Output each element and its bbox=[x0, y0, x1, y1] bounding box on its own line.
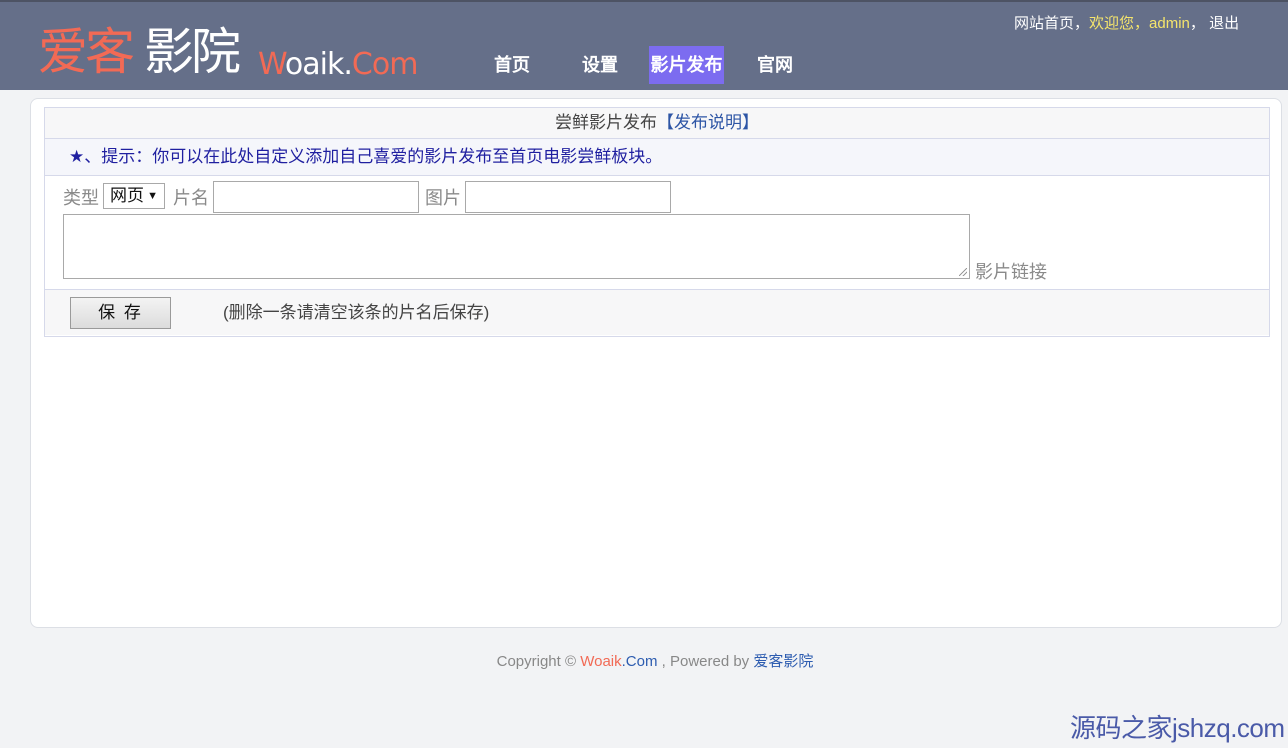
type-select-value: 网页 bbox=[110, 186, 144, 205]
type-label: 类型 bbox=[63, 188, 99, 208]
powered-by-text: , Powered by bbox=[657, 653, 754, 670]
logo-text-yingyuan: 影院 bbox=[144, 23, 241, 81]
watermark: 源码之家jshzq.com bbox=[1070, 713, 1285, 743]
content-panel: 尝鲜影片发布【发布说明】 ★、提示：你可以在此处自定义添加自己喜爱的影片发布至首… bbox=[30, 98, 1282, 628]
footer-site-name[interactable]: Woaik bbox=[580, 653, 621, 670]
logo-text-woaik: Woaik.Com bbox=[258, 47, 418, 82]
publish-form-table: 尝鲜影片发布【发布说明】 ★、提示：你可以在此处自定义添加自己喜爱的影片发布至首… bbox=[44, 107, 1270, 337]
tip-text: ★、提示：你可以在此处自定义添加自己喜爱的影片发布至首页电影尝鲜板块。 bbox=[69, 147, 663, 166]
dropdown-arrow-icon: ▼ bbox=[147, 190, 158, 202]
type-select[interactable]: 网页 ▼ bbox=[103, 183, 165, 209]
image-label: 图片 bbox=[425, 188, 461, 208]
movie-entry-row: 类型 网页 ▼ 片名 图片 影片链接 bbox=[45, 176, 1269, 290]
save-button[interactable]: 保 存 bbox=[70, 297, 171, 329]
save-note: (删除一条请清空该条的片名后保存) bbox=[223, 303, 490, 322]
publish-instructions-link[interactable]: 【发布说明】 bbox=[657, 113, 759, 132]
logout-link[interactable]: 退出 bbox=[1209, 15, 1239, 32]
top-links: 网站首页，欢迎您，admin， 退出 bbox=[1014, 12, 1239, 33]
separator: ， bbox=[1189, 15, 1205, 32]
form-title-row: 尝鲜影片发布【发布说明】 bbox=[45, 108, 1269, 139]
tip-row: ★、提示：你可以在此处自定义添加自己喜爱的影片发布至首页电影尝鲜板块。 bbox=[45, 139, 1269, 176]
copyright-text: Copyright © bbox=[496, 653, 581, 670]
movie-link-label: 影片链接 bbox=[975, 262, 1047, 282]
welcome-text: 欢迎您， bbox=[1089, 15, 1150, 32]
resize-grip-icon[interactable] bbox=[959, 268, 967, 276]
footer: Copyright © Woaik.Com , Powered by 爱客影院 bbox=[0, 650, 1288, 671]
nav-item-official-site[interactable]: 官网 bbox=[755, 46, 795, 84]
separator: ， bbox=[1074, 15, 1090, 32]
movie-name-input[interactable] bbox=[213, 181, 419, 213]
form-title: 尝鲜影片发布 bbox=[555, 113, 657, 132]
save-row: 保 存 (删除一条请清空该条的片名后保存) bbox=[45, 290, 1269, 335]
image-input[interactable] bbox=[465, 181, 671, 213]
nav-item-movie-publish[interactable]: 影片发布 bbox=[649, 46, 724, 84]
username: admin bbox=[1149, 15, 1190, 32]
movie-link-textarea[interactable] bbox=[63, 214, 970, 279]
site-home-link[interactable]: 网站首页 bbox=[1014, 15, 1074, 32]
header-bar: 爱客 影院 Woaik.Com 首页 设置 影片发布 官网 网站首页，欢迎您，a… bbox=[0, 2, 1288, 90]
footer-powered-link[interactable]: 爱客影院 bbox=[753, 653, 813, 670]
nav-item-home[interactable]: 首页 bbox=[492, 46, 532, 84]
logo-text-aike: 爱客 bbox=[38, 23, 135, 81]
footer-site-domain[interactable]: .Com bbox=[622, 653, 658, 670]
nav-item-settings[interactable]: 设置 bbox=[580, 46, 620, 84]
name-label: 片名 bbox=[173, 188, 209, 208]
